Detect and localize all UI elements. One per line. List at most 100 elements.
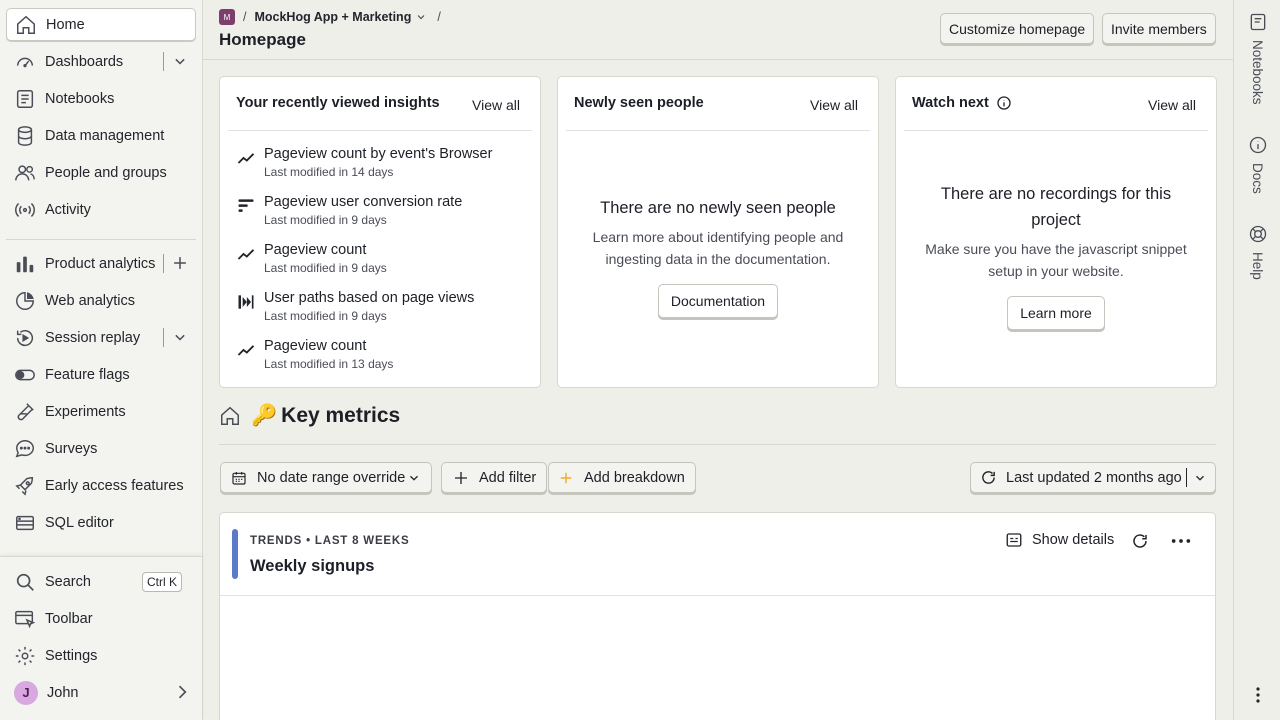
dashboard-gauge-icon — [14, 51, 36, 73]
sidebar-item-web-analytics[interactable]: Web analytics — [6, 284, 196, 317]
insight-name[interactable]: Pageview user conversion rate — [264, 194, 462, 210]
list-item[interactable]: Pageview count Last modified in 13 days — [236, 338, 526, 371]
invite-members-button[interactable]: Invite members — [1102, 13, 1216, 44]
sidebar-item-label: SQL editor — [45, 514, 114, 531]
gear-icon — [14, 645, 36, 667]
home-icon[interactable] — [219, 405, 241, 427]
show-details-button[interactable]: Show details — [1005, 531, 1114, 549]
breadcrumb-separator: / — [243, 10, 247, 24]
dashboard-title: Key metrics — [281, 404, 401, 427]
date-range-select[interactable]: No date range override — [220, 462, 432, 493]
toolbar-icon — [14, 608, 36, 630]
rail-more[interactable] — [1234, 686, 1280, 704]
sidebar-item-dashboards[interactable]: Dashboards — [6, 45, 196, 78]
insight-name[interactable]: Pageview count — [264, 338, 393, 354]
add-breakdown-button[interactable]: Add breakdown — [548, 462, 696, 493]
sidebar-item-label: Product analytics — [45, 255, 156, 272]
plus-icon[interactable] — [170, 253, 190, 273]
chevron-down-icon[interactable] — [1193, 471, 1207, 485]
view-all-link[interactable]: View all — [472, 97, 520, 113]
card-title: Your recently viewed insights — [236, 95, 440, 111]
refresh-icon[interactable] — [1131, 532, 1149, 550]
sidebar-item-feature-flags[interactable]: Feature flags — [6, 358, 196, 391]
view-all-link[interactable]: View all — [1148, 97, 1196, 113]
chevron-down-icon[interactable] — [170, 327, 190, 347]
breadcrumb-separator: / — [437, 10, 441, 24]
insight-name[interactable]: Pageview count by event's Browser — [264, 146, 492, 162]
list-item[interactable]: Pageview user conversion rate Last modifi… — [236, 194, 526, 227]
last-updated-label: Last updated 2 months ago — [1006, 469, 1182, 486]
database-icon — [14, 125, 36, 147]
list-item[interactable]: Pageview count by event's Browser Last mo… — [236, 146, 526, 179]
right-rail: Notebooks Docs Help — [1233, 0, 1280, 720]
watch-next-card: Watch next View all There are no recordi… — [895, 76, 1217, 388]
empty-description: Make sure you have the javascript snippe… — [925, 241, 1187, 279]
sidebar-item-label: Activity — [45, 201, 91, 218]
chevron-down-icon[interactable] — [415, 11, 427, 23]
sidebar-item-early-access[interactable]: Early access features — [6, 469, 196, 502]
top-bar: M / MockHog App + Marketing / Homepage C… — [203, 0, 1233, 60]
paths-icon — [236, 292, 256, 312]
divider — [220, 595, 1215, 596]
divider — [163, 52, 164, 71]
list-item[interactable]: User paths based on page views Last modif… — [236, 290, 526, 323]
page-title: Homepage — [219, 30, 306, 49]
refresh-icon — [980, 469, 997, 486]
more-options-icon[interactable] — [1170, 532, 1192, 550]
sidebar-item-session-replay[interactable]: Session replay — [6, 321, 196, 354]
add-breakdown-label: Add breakdown — [584, 469, 685, 486]
trend-line-icon — [236, 340, 256, 360]
lifebuoy-icon — [1248, 224, 1268, 244]
server-icon — [14, 512, 36, 534]
chevron-right-icon — [172, 682, 192, 702]
chevron-down-icon — [407, 471, 421, 485]
sidebar-item-label: Settings — [45, 647, 98, 664]
documentation-button[interactable]: Documentation — [657, 284, 779, 318]
rail-label: Docs — [1250, 163, 1265, 194]
sidebar-item-label: Session replay — [45, 329, 141, 346]
sidebar-item-people[interactable]: People and groups — [6, 156, 196, 189]
recent-insights-card: Your recently viewed insights View all P… — [219, 76, 541, 388]
notebook-icon — [14, 88, 36, 110]
tile-title[interactable]: Weekly signups — [250, 557, 374, 576]
info-icon[interactable] — [996, 95, 1012, 111]
sidebar-item-experiments[interactable]: Experiments — [6, 395, 196, 428]
sidebar-item-search[interactable]: Search Ctrl K — [6, 565, 196, 598]
sidebar-item-activity[interactable]: Activity — [6, 193, 196, 226]
rail-label: Help — [1250, 252, 1265, 280]
sidebar-item-surveys[interactable]: Surveys — [6, 432, 196, 465]
view-all-link[interactable]: View all — [810, 97, 858, 113]
sidebar-item-label: Data management — [45, 127, 165, 144]
sidebar-item-home[interactable]: Home — [6, 8, 196, 41]
sidebar-item-label: Home — [46, 16, 85, 33]
chat-bubble-icon — [14, 438, 36, 460]
avatar: J — [14, 680, 38, 705]
sidebar-item-label: People and groups — [45, 164, 167, 181]
project-switcher[interactable]: MockHog App + Marketing — [254, 10, 411, 24]
learn-more-button[interactable]: Learn more — [1007, 296, 1105, 330]
list-item[interactable]: Pageview count Last modified in 9 days — [236, 242, 526, 275]
plus-icon — [452, 469, 470, 487]
insight-modified: Last modified in 9 days — [264, 261, 387, 275]
sidebar-item-settings[interactable]: Settings — [6, 639, 196, 672]
rail-docs[interactable]: Docs — [1234, 135, 1280, 194]
refresh-dashboard-button[interactable]: Last updated 2 months ago — [970, 462, 1216, 493]
sidebar-item-data-management[interactable]: Data management — [6, 119, 196, 152]
chevron-down-icon[interactable] — [170, 51, 190, 71]
rail-help[interactable]: Help — [1234, 224, 1280, 280]
rocket-icon — [14, 475, 36, 497]
rail-notebooks[interactable]: Notebooks — [1234, 12, 1280, 105]
sidebar-item-user[interactable]: J John — [6, 676, 196, 709]
sidebar-item-sql-editor[interactable]: SQL editor — [6, 506, 196, 539]
sidebar-item-notebooks[interactable]: Notebooks — [6, 82, 196, 115]
insight-name[interactable]: Pageview count — [264, 242, 387, 258]
customize-homepage-button[interactable]: Customize homepage — [940, 13, 1095, 44]
empty-description: Learn more about identifying people and … — [592, 229, 844, 267]
sidebar-item-toolbar[interactable]: Toolbar — [6, 602, 196, 635]
sidebar-divider — [6, 239, 196, 240]
add-filter-button[interactable]: Add filter — [441, 462, 548, 493]
card-title-text: Watch next — [912, 95, 989, 111]
insight-name[interactable]: User paths based on page views — [264, 290, 474, 306]
activity-broadcast-icon — [14, 199, 36, 221]
sidebar-item-product-analytics[interactable]: Product analytics — [6, 247, 196, 280]
